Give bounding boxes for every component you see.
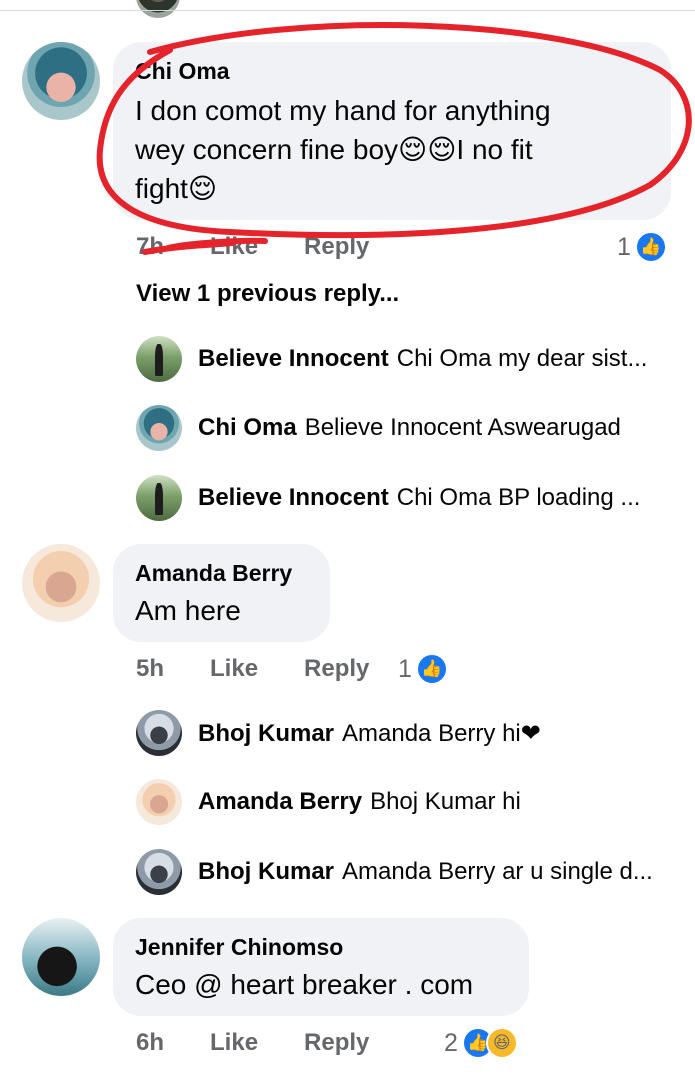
comment-text: Am here	[135, 595, 241, 626]
reply-author[interactable]: Chi Oma	[198, 414, 297, 441]
avatar-believe-innocent[interactable]	[136, 336, 182, 382]
haha-emoji-icon: 😆	[485, 1027, 518, 1059]
reply-item[interactable]: Believe Innocent Chi Oma BP loading ...	[198, 484, 668, 512]
avatar-jennifer-chinomso[interactable]	[22, 918, 100, 996]
avatar-bhoj-kumar[interactable]	[136, 849, 182, 895]
view-previous-replies[interactable]: View 1 previous reply...	[136, 280, 399, 308]
reply-item[interactable]: Bhoj Kumar Amanda Berry hi❤	[198, 719, 668, 748]
comment-time[interactable]: 7h	[136, 233, 164, 261]
reaction-count: 1	[398, 654, 412, 683]
reply-button[interactable]: Reply	[304, 1029, 369, 1057]
like-thumb-icon: 👍	[415, 653, 448, 685]
comment-text-line: wey concern fine boy😌😌I no fit	[135, 134, 533, 165]
avatar-chi-oma[interactable]	[136, 405, 182, 451]
reply-item[interactable]: Chi Oma Believe Innocent Aswearugad	[198, 414, 668, 442]
top-divider	[0, 10, 695, 11]
comment-bubble-jennifer-chinomso: Jennifer Chinomso Ceo @ heart breaker . …	[113, 918, 529, 1016]
comment-time[interactable]: 5h	[136, 655, 164, 683]
reply-author[interactable]: Believe Innocent	[198, 345, 389, 372]
avatar-amanda-berry[interactable]	[22, 544, 100, 622]
comment-author[interactable]: Amanda Berry	[135, 560, 308, 587]
avatar-believe-innocent[interactable]	[136, 475, 182, 521]
reply-author[interactable]: Bhoj Kumar	[198, 858, 334, 885]
reaction-count: 1	[617, 232, 631, 261]
comment-actions: 5h Like Reply	[136, 655, 415, 683]
reply-text: Bhoj Kumar hi	[370, 788, 521, 815]
comment-text-line: fight😌	[135, 173, 218, 204]
reply-author[interactable]: Believe Innocent	[198, 484, 389, 511]
avatar-chi-oma[interactable]	[22, 42, 100, 120]
reply-author[interactable]: Amanda Berry	[198, 788, 362, 815]
like-button[interactable]: Like	[210, 655, 258, 683]
comment-text-line: I don comot my hand for anything	[135, 95, 551, 126]
comment-author[interactable]: Chi Oma	[135, 58, 649, 85]
reply-text: Amanda Berry ar u single d...	[342, 858, 653, 885]
comment-actions: 7h Like Reply	[136, 233, 415, 261]
reaction-summary[interactable]: 1 👍	[398, 653, 448, 685]
reply-author[interactable]: Bhoj Kumar	[198, 720, 334, 747]
like-thumb-icon: 👍	[634, 231, 667, 263]
comment-actions: 6h Like Reply	[136, 1029, 415, 1057]
reaction-count: 2	[444, 1028, 458, 1057]
comment-text: Ceo @ heart breaker . com	[135, 969, 474, 1000]
comment-time[interactable]: 6h	[136, 1029, 164, 1057]
reply-text: Chi Oma BP loading ...	[396, 484, 641, 511]
reply-item[interactable]: Bhoj Kumar Amanda Berry ar u single d...	[198, 858, 668, 886]
reply-button[interactable]: Reply	[304, 655, 369, 683]
reply-item[interactable]: Amanda Berry Bhoj Kumar hi	[198, 788, 668, 816]
like-button[interactable]: Like	[210, 233, 258, 261]
reply-button[interactable]: Reply	[304, 233, 369, 261]
reply-text: Amanda Berry hi❤	[342, 720, 541, 747]
comment-author[interactable]: Jennifer Chinomso	[135, 934, 507, 961]
comment-bubble-amanda-berry: Amanda Berry Am here	[113, 544, 330, 642]
reply-item[interactable]: Believe Innocent Chi Oma my dear sist...	[198, 345, 668, 373]
reaction-summary[interactable]: 2 👍 😆	[444, 1027, 518, 1059]
avatar-bhoj-kumar[interactable]	[136, 710, 182, 756]
previous-reply-avatar[interactable]	[136, 0, 180, 18]
reply-text: Believe Innocent Aswearugad	[304, 414, 621, 441]
comment-bubble-chi-oma: Chi Oma I don comot my hand for anything…	[113, 42, 671, 220]
like-button[interactable]: Like	[210, 1029, 258, 1057]
reply-text: Chi Oma my dear sist...	[396, 345, 648, 372]
avatar-amanda-berry[interactable]	[136, 779, 182, 825]
reaction-summary[interactable]: 1 👍	[617, 231, 667, 263]
